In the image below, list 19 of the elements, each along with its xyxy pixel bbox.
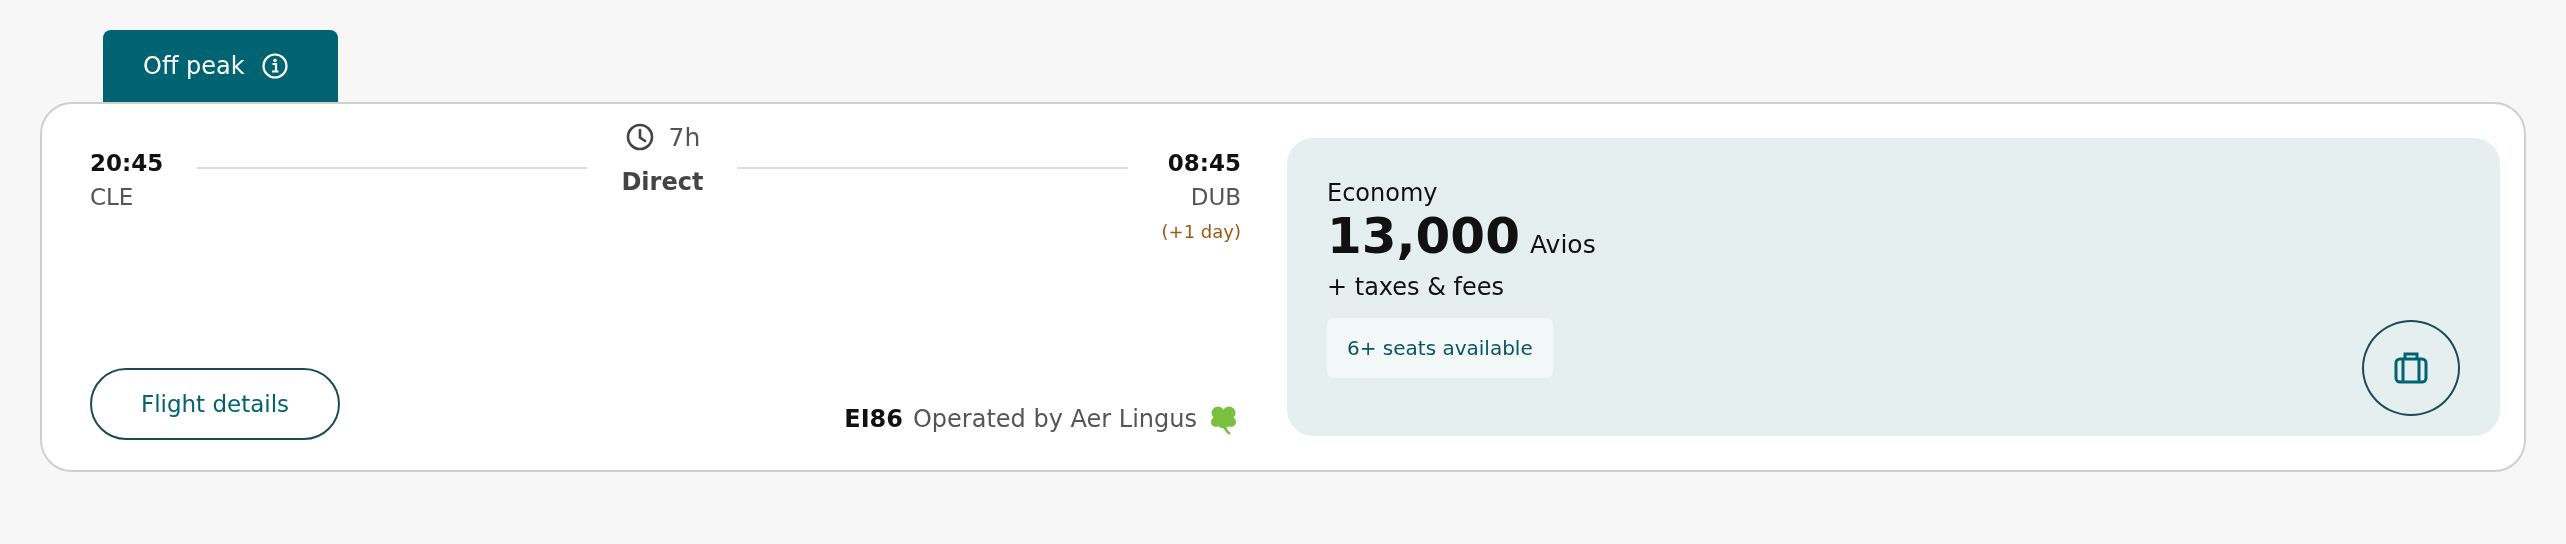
cabin-class: Economy [1327, 178, 1438, 208]
price-amount: 13,000 [1327, 208, 1520, 264]
departure-airport: CLE [90, 183, 135, 212]
baggage-button[interactable] [2362, 320, 2460, 416]
operator-text: Operated by Aer Lingus [912, 405, 1197, 433]
arrival-time: 08:45 [1166, 149, 1241, 178]
price-currency: Avios [1529, 230, 1596, 259]
taxes-note: + taxes & fees [1327, 272, 1505, 303]
flight-details-button[interactable]: Flight details [90, 368, 340, 440]
flight-duration: 7h [668, 122, 701, 152]
departure-time: 20:45 [90, 149, 164, 178]
info-icon [260, 52, 289, 80]
arrival-airport: DUB [1189, 183, 1241, 212]
flight-number: EI86 [844, 405, 903, 433]
day-offset: (+1 day) [1161, 220, 1241, 244]
seats-badge: 6+ seats available [1327, 318, 1553, 378]
stops-label: Direct [621, 167, 704, 198]
clock-icon [624, 122, 655, 152]
fare-tab[interactable]: Off peak [103, 30, 338, 102]
